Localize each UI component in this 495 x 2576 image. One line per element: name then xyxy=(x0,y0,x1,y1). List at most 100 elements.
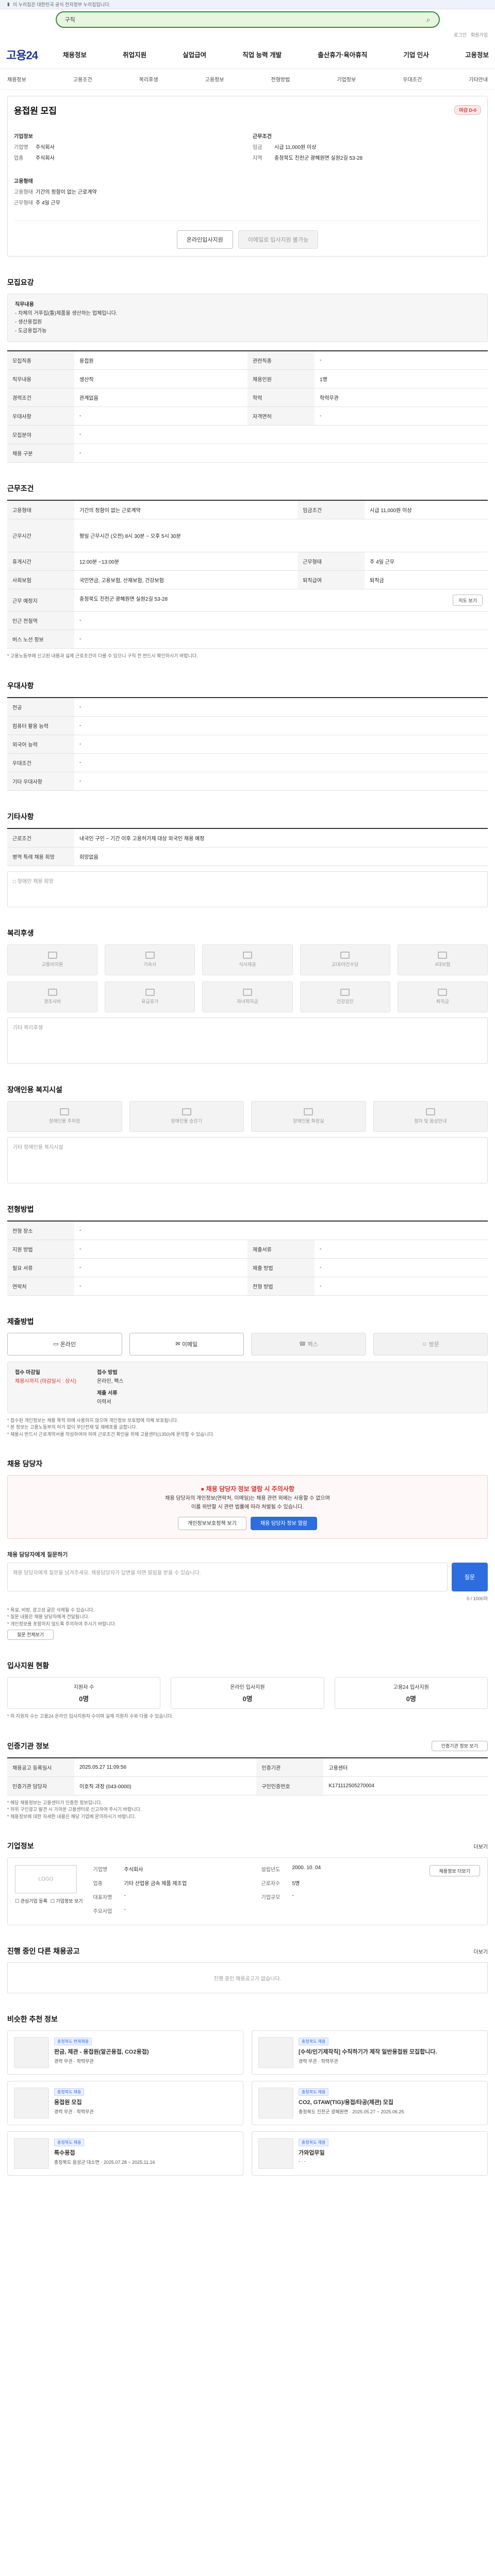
gnb-item-training[interactable]: 직업 능력 개발 xyxy=(242,49,282,59)
job-title: 용접원 모집 xyxy=(14,106,57,116)
info-button[interactable]: 인증기관 정보 보기 xyxy=(431,1740,488,1751)
section-title-recommend: 비슷한 추천 정보 xyxy=(7,2015,58,2024)
section-title-info: 인증기관 정보 xyxy=(7,1741,50,1750)
ask-textarea[interactable]: 채용 담당자에게 질문을 남겨주세요. 채용담당자가 답변을 하면 알림을 받을… xyxy=(7,1563,448,1592)
ask-counter: 0 / 1000자 xyxy=(467,1596,488,1602)
util-menu: 로그인 회원가입 xyxy=(454,31,488,38)
fav-company-check[interactable]: ☐ 관심기업 등록 xyxy=(15,1897,47,1904)
book-icon xyxy=(242,989,252,996)
thumbnail xyxy=(258,2088,293,2119)
closing-badge: 마감 D-0 xyxy=(454,105,481,115)
company-info-check[interactable]: ☐ 기업정보 보기 xyxy=(51,1897,83,1904)
privacy-policy-button[interactable]: 개인정보보호정책 보기 xyxy=(178,1517,246,1531)
cond-note: * 고용노동부에 신고된 내용과 실제 근로조건이 다를 수 있으니 구직 전 … xyxy=(7,653,198,658)
section-title-recruit: 모집요강 xyxy=(7,278,34,286)
person-icon: ☺ xyxy=(421,1341,429,1347)
req-label: 고용형태 xyxy=(14,179,33,184)
ask-notes: * 욕설, 비방, 광고성 글은 삭제될 수 있습니다. * 질문 내용은 채용 … xyxy=(7,1607,488,1640)
search-row: 구직 ⌕ 로그인 회원가입 xyxy=(0,9,495,38)
search-icon[interactable]: ⌕ xyxy=(426,15,431,24)
thumbnail xyxy=(14,2088,49,2119)
gnb-item-unemployment[interactable]: 실업급여 xyxy=(183,49,206,59)
apply-email-button[interactable]: 이메일로 입사지원 불가능 xyxy=(238,230,319,249)
ask-submit-button[interactable]: 질문 xyxy=(452,1563,488,1592)
tab-welfare[interactable]: 복리후생 xyxy=(139,75,158,83)
moon-icon xyxy=(340,952,350,959)
flag-icon: ▮ xyxy=(7,2,10,7)
welfare-item: 자녀학자금 xyxy=(202,981,293,1012)
shield-icon xyxy=(438,952,448,959)
home-icon xyxy=(145,952,155,959)
company-label: 기업정보 xyxy=(14,134,33,140)
recommend-card[interactable]: 충청북도 채용 가와업무일 - · - xyxy=(252,2131,488,2176)
thumbnail xyxy=(14,2138,49,2170)
method-visit: ☺ 방문 xyxy=(373,1332,488,1355)
tab-recruit[interactable]: 채용정보 xyxy=(7,75,26,83)
monitor-icon: ▭ xyxy=(53,1341,60,1347)
gnb-item-support[interactable]: 취업지원 xyxy=(123,49,146,59)
others-empty: 진행 중인 채용공고가 없습니다. xyxy=(7,1962,488,1994)
thumbnail xyxy=(258,2138,293,2170)
gov-banner: ▮ 이 누리집은 대한민국 공식 전자정부 누리집입니다. xyxy=(0,0,495,9)
warning-icon: ● xyxy=(201,1485,206,1493)
tab-screen[interactable]: 전형방법 xyxy=(271,75,290,83)
section-title-docs: 제출방법 xyxy=(7,1317,34,1326)
map-button[interactable]: 지도 보기 xyxy=(453,595,483,606)
signup-link[interactable]: 회원가입 xyxy=(471,31,488,38)
site-logo[interactable]: 고용24 xyxy=(6,46,63,63)
section-title-pref: 우대사항 xyxy=(7,681,34,690)
section-title-others: 진행 중인 다른 채용공고 xyxy=(7,1947,80,1956)
welfare-item: 경조사비 xyxy=(7,981,98,1012)
company-jobs-button[interactable]: 채용정보 더보기 xyxy=(429,1865,480,1877)
thumbnail xyxy=(14,2037,49,2069)
gnb-item-jobs[interactable]: 채용정보 xyxy=(63,49,87,59)
global-nav: 고용24 채용정보 취업지원 실업급여 직업 능력 개발 출산휴가·육아휴직 기… xyxy=(0,40,495,69)
cond-label: 근무조건 xyxy=(253,134,272,140)
disab-icons: 장애인용 주차장 장애인용 승강기 장애인용 화장실 점자 및 음성안내 xyxy=(7,1100,488,1132)
parking-icon xyxy=(60,1108,70,1115)
tab-etc[interactable]: 기타안내 xyxy=(469,75,488,83)
welfare-icons: 교통비지원 기숙사 식사제공 교대/야간수당 4대보험 경조사비 유급휴가 자녀… xyxy=(7,944,488,1012)
recruit-table: 모집직종 용접원 관련직종 - 직무내용 생산직 채용인원 1명 경력조건 관계없음 학력 학력무… xyxy=(7,350,488,463)
recommend-card[interactable]: 충청북도 채용 CO2, GTAW(TIG)/용접/타공(제관) 모집 충청북도 진… xyxy=(252,2081,488,2126)
search-bar[interactable]: 구직 ⌕ xyxy=(55,11,440,28)
recommend-card[interactable]: 충청북도 채용 [수석/인기제작직] 수직하기가 제작 일반용접원 모집합니다. 경… xyxy=(252,2030,488,2075)
company-more-link[interactable]: 더보기 xyxy=(473,1842,488,1850)
tab-company[interactable]: 기업정보 xyxy=(337,75,356,83)
cond-table: 고용형태 기간의 정함이 없는 근로계약 임금조건 시급 11,000원 이상 근무시… xyxy=(7,500,488,649)
tab-info[interactable]: 고용정보 xyxy=(205,75,224,83)
disab-item: 장애인용 주차장 xyxy=(7,1100,122,1132)
section-title-cond: 근무조건 xyxy=(7,484,34,493)
recommend-card[interactable]: 충청북도 채용 용접원 모집 경력 무관 · 학력무관 xyxy=(7,2081,243,2126)
screen-table: 전형 장소 - 지원 방법 - 제출서류 - 필요 서류 - 제출 방법 - 연락처 - 전형 방… xyxy=(7,1220,488,1296)
tab-pref[interactable]: 우대조건 xyxy=(403,75,422,83)
fax-icon: ☎ xyxy=(299,1341,308,1347)
status-note: * 위 지원자 수는 고용24 온라인 입사지원자 수이며 실제 지원자 수와 … xyxy=(7,1714,173,1719)
others-more-link[interactable]: 더보기 xyxy=(473,1947,488,1955)
gift-icon xyxy=(47,989,57,996)
company-box: LOGO ☐ 관심기업 등록 ☐ 기업정보 보기 기업명 주식회사 설립년도 200… xyxy=(7,1857,488,1926)
login-link[interactable]: 로그인 xyxy=(454,31,467,38)
gnb-item-parental[interactable]: 출산휴가·육아휴직 xyxy=(318,49,367,59)
recommend-card[interactable]: 충청북도 채용 특수용접 충청북도 음성군 대소면 · 2025.07.28 ~ 2… xyxy=(7,2131,243,2176)
view-all-questions-button[interactable]: 질문 전체보기 xyxy=(7,1630,54,1640)
tab-cond[interactable]: 고용조건 xyxy=(73,75,92,83)
status-card: 지원자 수 0명 xyxy=(7,1677,161,1709)
welfare-item: 기숙사 xyxy=(105,944,195,975)
recommend-card[interactable]: 충청북도 현재채용 판금, 제관 - 용접원(알곤용접, CO2용접) 경력 무관 … xyxy=(7,2030,243,2075)
health-icon xyxy=(340,989,350,996)
disability-hire-box: □ 장애인 채용 희망 xyxy=(7,871,488,907)
gnb-item-hr[interactable]: 기업 인사 xyxy=(403,49,428,59)
info-table: 채용공고 등록일시 2025.05.27 11:09:56 인증기관 고용센터 인증기… xyxy=(7,1757,488,1795)
gnb-item-info[interactable]: 고용정보 xyxy=(465,49,489,59)
coin-icon xyxy=(438,989,448,996)
disab-item: 점자 및 음성안내 xyxy=(373,1100,488,1132)
disab-etc-box: 기타 장애인용 복지시설 xyxy=(7,1137,488,1183)
bus-icon xyxy=(47,952,57,959)
search-input[interactable]: 구직 xyxy=(65,15,75,24)
apply-online-button[interactable]: 온라인입사지원 xyxy=(176,230,233,249)
calendar-icon xyxy=(145,989,155,996)
welfare-item: 4대보험 xyxy=(397,944,488,975)
etc-table: 근로조건 내국인 구인 ~ 기간 이후 고용허가제 대상 외국인 채용 예정 병역… xyxy=(7,827,488,866)
view-contact-button[interactable]: 채용 담당자 정보 열람 xyxy=(250,1517,317,1531)
